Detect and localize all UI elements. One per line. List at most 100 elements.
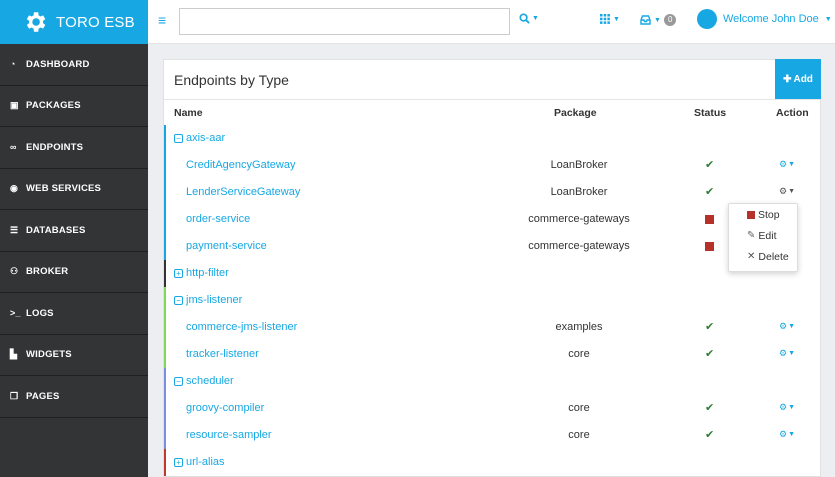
tachometer-icon: ◔	[10, 59, 16, 70]
table-row: LenderServiceGateway LoanBroker ✔ ⚙ ▼	[164, 179, 822, 206]
endpoint-package: commerce-gateways	[528, 213, 630, 225]
menu-toggle-icon[interactable]: ≡	[158, 12, 166, 28]
chevron-down-icon: ▼	[788, 404, 796, 411]
endpoint-link[interactable]: LenderServiceGateway	[186, 186, 300, 198]
menu-item-edit[interactable]: ✎ Edit	[729, 225, 797, 246]
search-icon	[519, 13, 530, 24]
endpoint-package: LoanBroker	[550, 186, 608, 198]
action-menu-button[interactable]: ⚙ ▼	[779, 348, 795, 359]
group-row: − axis-aar	[164, 125, 822, 152]
group-toggle[interactable]: + http-filter	[174, 267, 229, 279]
group-name: http-filter	[186, 267, 229, 279]
sidebar-item-web-services[interactable]: ◉ WEB SERVICES	[0, 169, 148, 210]
chevron-down-icon: ▼	[613, 15, 620, 23]
table-row: tracker-listener core ✔ ⚙ ▼	[164, 341, 822, 368]
endpoint-link[interactable]: CreditAgencyGateway	[186, 159, 295, 171]
group-toggle[interactable]: − scheduler	[174, 375, 234, 387]
action-menu-button[interactable]: ⚙ ▼	[779, 321, 795, 332]
edit-icon: ✎	[747, 230, 756, 241]
action-dropdown-menu: Stop ✎ Edit ✕ Delete	[728, 203, 798, 272]
collapse-icon: −	[174, 376, 183, 386]
cogs-icon: ⚙	[779, 321, 788, 331]
chevron-down-icon: ▼	[788, 188, 796, 195]
endpoint-link[interactable]: commerce-jms-listener	[186, 321, 297, 333]
menu-item-delete[interactable]: ✕ Delete	[729, 246, 797, 267]
grid-icon	[600, 14, 610, 24]
chevron-down-icon: ▼	[788, 323, 796, 330]
chevron-down-icon: ▼	[654, 16, 661, 24]
add-button[interactable]: ✚ Add	[775, 59, 821, 99]
link-icon: ∞	[10, 142, 17, 153]
terminal-icon: >_	[10, 308, 21, 319]
sidebar-item-label: BROKER	[26, 266, 69, 278]
column-header-name[interactable]: Name	[174, 107, 203, 119]
endpoint-package: examples	[555, 321, 603, 333]
endpoint-link[interactable]: tracker-listener	[186, 348, 259, 360]
sidebar-item-label: PAGES	[26, 390, 60, 402]
user-menu[interactable]: Welcome John Doe ▼	[697, 9, 832, 29]
group-row: + url-alias	[164, 449, 822, 476]
cogs-icon: ⚙	[779, 159, 788, 169]
sidebar-item-label: PACKAGES	[26, 100, 81, 112]
endpoint-link[interactable]: groovy-compiler	[186, 402, 264, 414]
sidebar-item-dashboard[interactable]: ◔ DASHBOARD	[0, 44, 148, 86]
sidebar-item-packages[interactable]: ▣ PACKAGES	[0, 86, 148, 127]
collapse-icon: −	[174, 295, 183, 305]
sidebar: ◔ DASHBOARD ▣ PACKAGES ∞ ENDPOINTS ◉ WEB…	[0, 44, 148, 477]
action-menu-button[interactable]: ⚙ ▼	[779, 186, 795, 197]
expand-icon: +	[174, 268, 183, 278]
sidebar-item-label: WEB SERVICES	[26, 183, 102, 195]
menu-item-label: Delete	[758, 250, 789, 263]
column-header-status[interactable]: Status	[694, 107, 726, 119]
sidebar-item-logs[interactable]: >_ LOGS	[0, 293, 148, 335]
action-menu-button[interactable]: ⚙ ▼	[779, 429, 795, 440]
group-name: scheduler	[186, 375, 234, 387]
table-row: resource-sampler core ✔ ⚙ ▼	[164, 422, 822, 449]
endpoint-package: LoanBroker	[550, 159, 608, 171]
cogs-icon: ⚙	[779, 186, 788, 196]
column-header-package[interactable]: Package	[554, 107, 597, 119]
avatar	[697, 9, 717, 29]
action-menu-button[interactable]: ⚙ ▼	[779, 159, 795, 170]
table-row: commerce-jms-listener examples ✔ ⚙ ▼	[164, 314, 822, 341]
group-row: − scheduler	[164, 368, 822, 395]
sidebar-item-databases[interactable]: ☰ DATABASES	[0, 210, 148, 252]
menu-item-stop[interactable]: Stop	[729, 204, 797, 225]
top-bar: TORO ESB ≡ ▼ ▼ ▼ 0 Welcome John Doe ▼	[0, 0, 835, 44]
chevron-down-icon: ▼	[788, 431, 796, 438]
group-toggle[interactable]: + url-alias	[174, 456, 225, 468]
endpoint-link[interactable]: payment-service	[186, 240, 267, 252]
group-toggle[interactable]: − jms-listener	[174, 294, 242, 306]
sidebar-item-label: DASHBOARD	[26, 58, 90, 70]
group-name: url-alias	[186, 456, 225, 468]
notifications-button[interactable]: ▼ 0	[640, 14, 677, 26]
cubes-icon: ▙	[10, 349, 18, 360]
sitemap-icon: ⚇	[10, 266, 19, 277]
cogs-icon: ⚙	[779, 348, 788, 358]
endpoint-package: core	[568, 402, 590, 414]
search-button[interactable]: ▼	[519, 13, 539, 24]
search-input[interactable]	[179, 8, 510, 35]
endpoint-link[interactable]: order-service	[186, 213, 250, 225]
table-row: groovy-compiler core ✔ ⚙ ▼	[164, 395, 822, 422]
sidebar-item-label: LOGS	[26, 307, 54, 319]
apps-menu-button[interactable]: ▼	[600, 14, 620, 24]
page-title: Endpoints by Type	[174, 72, 289, 88]
group-toggle[interactable]: − axis-aar	[174, 132, 225, 144]
brand[interactable]: TORO ESB	[0, 0, 148, 44]
check-icon: ✔	[705, 186, 715, 198]
action-menu-button[interactable]: ⚙ ▼	[779, 402, 795, 413]
endpoint-package: core	[568, 429, 590, 441]
endpoint-package: core	[568, 348, 590, 360]
sidebar-item-endpoints[interactable]: ∞ ENDPOINTS	[0, 127, 148, 169]
sidebar-item-pages[interactable]: ❐ PAGES	[0, 376, 148, 418]
check-icon: ✔	[705, 159, 715, 171]
endpoint-link[interactable]: resource-sampler	[186, 429, 272, 441]
endpoints-panel: Endpoints by Type ✚ Add Name Package Sta…	[163, 59, 821, 477]
gear-logo-icon	[26, 12, 46, 32]
menu-item-label: Stop	[758, 208, 780, 221]
check-icon: ✔	[705, 321, 715, 333]
sidebar-item-widgets[interactable]: ▙ WIDGETS	[0, 335, 148, 376]
sidebar-item-broker[interactable]: ⚇ BROKER	[0, 252, 148, 293]
table-row: payment-service commerce-gateways	[164, 233, 822, 260]
